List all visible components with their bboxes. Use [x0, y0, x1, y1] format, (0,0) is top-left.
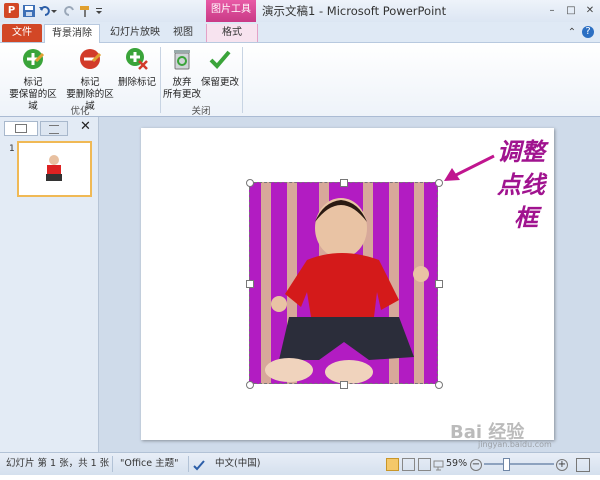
- group-separator: [242, 47, 243, 113]
- discard-all-changes-button[interactable]: 放弃 所有更改: [162, 47, 202, 101]
- tab-file[interactable]: 文件: [2, 24, 42, 42]
- button-label: 保留更改: [200, 77, 239, 88]
- slide-count: 幻灯片 第 1 张，共 1 张: [6, 458, 110, 469]
- group-label-close: 关闭: [191, 106, 211, 117]
- powerpoint-app-icon[interactable]: P: [4, 3, 19, 18]
- save-icon[interactable]: [22, 4, 36, 18]
- slide-number: 1: [9, 144, 15, 154]
- outline-icon: [49, 125, 59, 134]
- checkmark-icon: [209, 50, 231, 69]
- annotation-text: 调整 点线 框: [497, 135, 545, 234]
- annotation-line: 点线: [497, 170, 545, 199]
- close-icon[interactable]: ✕: [583, 4, 597, 17]
- keep-changes-button[interactable]: 保留更改: [200, 47, 240, 89]
- format-painter-icon[interactable]: [78, 4, 92, 18]
- reading-view-icon[interactable]: [418, 458, 431, 471]
- resize-handle-left[interactable]: [246, 280, 254, 288]
- title-bar: P 图片工具 演示文稿1 - Microsoft PowerPoint – □ …: [0, 0, 600, 22]
- normal-view-icon[interactable]: [386, 458, 399, 471]
- spell-check-icon[interactable]: [193, 458, 205, 471]
- annotation-line: 框: [514, 203, 538, 232]
- slide-show-icon[interactable]: [433, 458, 444, 471]
- tab-format[interactable]: 格式: [206, 24, 258, 42]
- delete-mark-button[interactable]: 删除标记: [117, 47, 157, 89]
- button-label: 放弃: [172, 77, 192, 88]
- resize-handle-right[interactable]: [435, 280, 443, 288]
- status-bar: 幻灯片 第 1 张，共 1 张 "Office 主题" 中文(中国) 59% −…: [0, 452, 600, 475]
- zoom-slider-track[interactable]: [484, 463, 554, 465]
- button-label: 标记: [80, 77, 100, 88]
- minimize-icon[interactable]: –: [545, 4, 559, 17]
- thumbnail-baby-photo: [43, 150, 66, 184]
- zoom-in-icon[interactable]: +: [556, 459, 568, 471]
- divider: [188, 456, 189, 472]
- annotation-line: 调整: [497, 137, 545, 166]
- zoom-out-icon[interactable]: −: [470, 459, 482, 471]
- fit-to-window-icon[interactable]: [576, 458, 590, 472]
- resize-handle-bottom-right[interactable]: [435, 381, 443, 389]
- selection-marquee[interactable]: [249, 182, 438, 384]
- slide-thumbnail[interactable]: [17, 141, 92, 197]
- slide-sorter-icon[interactable]: [402, 458, 415, 471]
- resize-handle-bottom[interactable]: [340, 381, 348, 389]
- help-icon[interactable]: ?: [582, 26, 594, 38]
- delete-mark-icon: [126, 48, 148, 70]
- ribbon: 标记 要保留的区域 标记 要删除的区域 删除标记 优化 放弃 所有更改 保留更改…: [0, 43, 600, 117]
- button-label: 删除标记: [117, 77, 156, 88]
- close-pane-icon[interactable]: ✕: [80, 119, 91, 134]
- button-label: 标记: [23, 77, 43, 88]
- outline-tab[interactable]: [40, 121, 68, 136]
- ribbon-tab-row: 文件 背景消除 幻灯片放映 视图 格式 ⌃ ?: [0, 22, 600, 43]
- minimize-ribbon-icon[interactable]: ⌃: [565, 26, 579, 39]
- undo-dropdown-icon[interactable]: [50, 4, 58, 18]
- redo-icon[interactable]: [62, 4, 76, 18]
- tab-slide-show[interactable]: 幻灯片放映: [108, 24, 162, 42]
- tab-background-removal[interactable]: 背景消除: [44, 24, 100, 43]
- tab-view[interactable]: 视图: [168, 24, 198, 42]
- plus-pencil-icon: [23, 49, 45, 69]
- minus-pencil-icon: [80, 49, 102, 69]
- zoom-level[interactable]: 59%: [446, 453, 467, 475]
- divider: [112, 456, 113, 472]
- slides-icon: [15, 124, 27, 133]
- restore-icon[interactable]: □: [564, 4, 578, 17]
- button-label: 所有更改: [162, 89, 201, 100]
- watermark-url: jingyan.baidu.com: [478, 440, 552, 449]
- zoom-slider-thumb[interactable]: [503, 458, 510, 471]
- resize-handle-top[interactable]: [340, 179, 348, 187]
- annotation-arrow-icon: [444, 154, 495, 181]
- recycle-bin-icon: [174, 50, 190, 70]
- resize-handle-top-left[interactable]: [246, 179, 254, 187]
- group-label-refine: 优化: [70, 106, 90, 117]
- customize-qat-icon[interactable]: [95, 4, 103, 18]
- language[interactable]: 中文(中国): [215, 453, 260, 475]
- window-title: 演示文稿1 - Microsoft PowerPoint: [262, 4, 447, 18]
- resize-handle-bottom-left[interactable]: [246, 381, 254, 389]
- picture-tools-contextual-label: 图片工具: [206, 0, 256, 22]
- theme-name[interactable]: "Office 主题": [120, 453, 179, 475]
- slides-tab[interactable]: [4, 121, 38, 136]
